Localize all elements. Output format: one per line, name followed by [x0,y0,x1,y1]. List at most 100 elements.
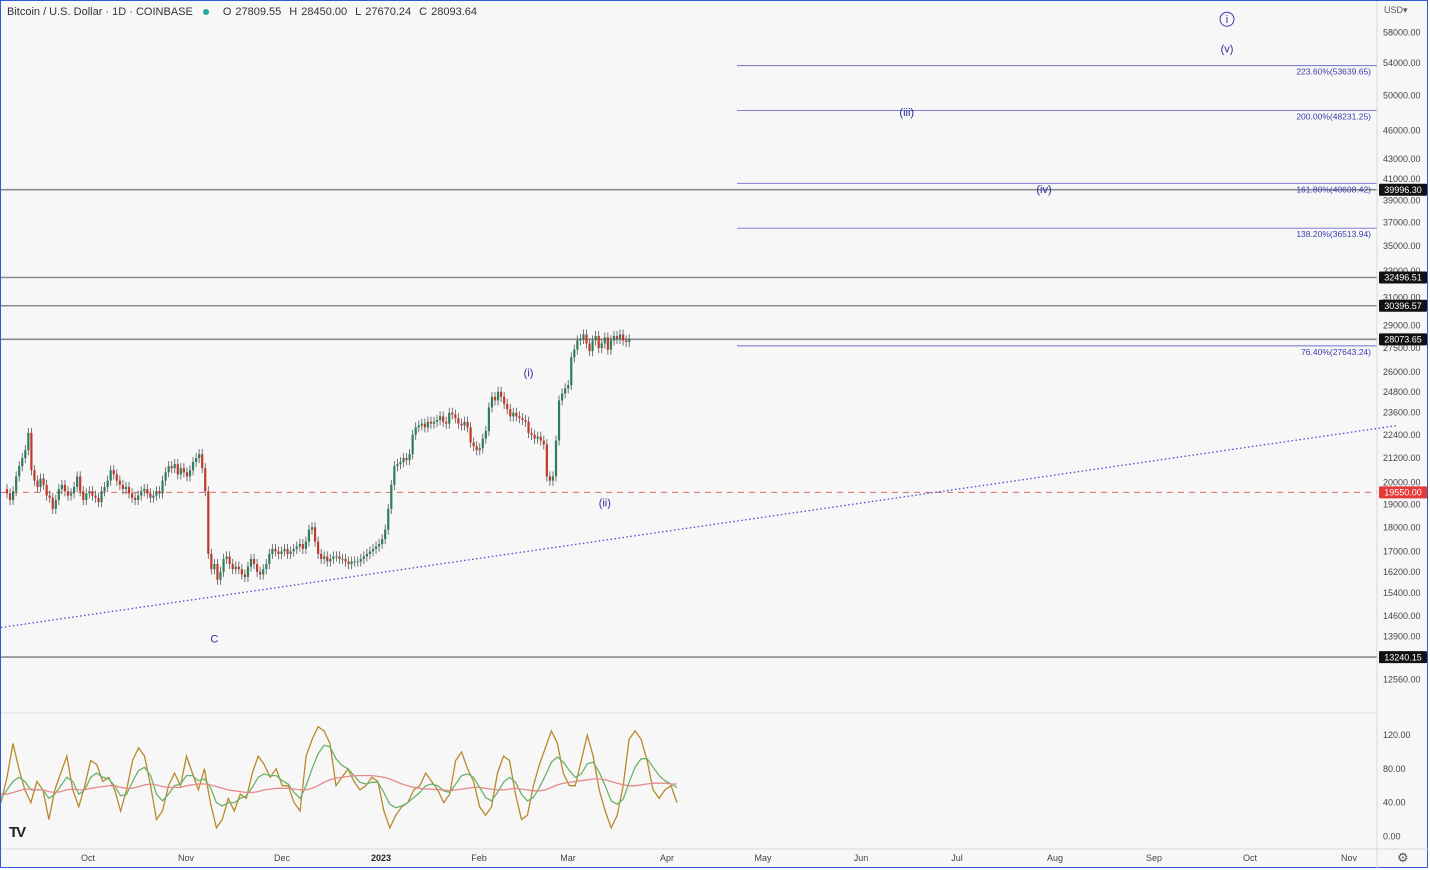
price-tick-label: 24800.00 [1383,387,1421,397]
candle-body [496,391,500,401]
fib-extension-levels: 223.60%(53639.65) 200.00%(48231.25) 161.80… [737,65,1377,357]
candle-body [33,470,36,481]
wave-label: C [210,634,218,646]
time-tick-label: May [754,853,772,863]
candle-body [51,497,54,509]
price-badge-label: 30396.57 [1384,301,1422,311]
candle-body [21,458,24,467]
candle-body [103,486,106,492]
candle-body [527,421,530,433]
candle-body [374,546,378,549]
price-tick-label: 37000.00 [1383,218,1421,228]
time-tick-label: Oct [1243,853,1258,863]
candle-body [509,409,512,417]
candle-body [457,418,460,424]
candle-body [606,337,609,350]
currency-selector[interactable]: USD▾ [1384,5,1408,16]
candle-body [472,442,475,447]
candle-body [185,472,189,477]
candle-body [451,412,454,415]
candle-body [625,340,628,342]
candle-body [420,423,423,426]
tradingview-logo[interactable]: TV [9,824,26,841]
candle-body [191,462,195,471]
wave-label: (iii) [899,107,914,119]
price-badge-label: 13240.15 [1384,652,1422,662]
candle-body [332,556,335,559]
price-badge-label: 32496.51 [1384,273,1422,283]
candle-body [512,412,515,417]
price-chart[interactable]: 223.60%(53639.65) 200.00%(48231.25) 161.80… [1,1,1429,869]
price-tick-label: 15400.00 [1383,588,1421,598]
fib-level-label: 223.60%(53639.65) [1296,67,1371,77]
candle-body [301,544,304,549]
candle-body [405,458,408,461]
time-tick-label: Nov [178,853,195,863]
candle-body [274,548,277,552]
candle-body [158,491,161,494]
price-tick-label: 41000.00 [1383,174,1421,184]
candle-body [298,544,301,547]
candle-body [5,489,9,494]
candle-body [341,558,344,560]
support-trendline [1,424,1398,629]
price-tick-label: 26000.00 [1383,367,1421,377]
symbol-title[interactable]: Bitcoin / U.S. Dollar · 1D · COINBASE [7,6,193,18]
candle-body [252,558,256,565]
price-tick-label: 58000.00 [1383,28,1421,38]
candle-body [551,476,555,481]
candle-body [195,458,198,463]
candle-body [259,571,262,575]
candle-body [323,556,326,559]
candle-body [143,489,146,492]
candle-body [207,491,210,554]
candle-body [85,493,88,500]
candle-body [188,470,192,477]
time-tick-label: 2023 [371,853,391,863]
candle-body [432,421,436,424]
candle-body [417,425,420,428]
price-tick-label: 46000.00 [1383,126,1421,136]
candle-body [204,468,207,492]
candle-body [463,421,466,426]
candle-body [469,427,472,443]
candle-body [344,558,347,562]
price-tick-label: 14600.00 [1383,611,1421,621]
candle-body [396,464,399,467]
candle-body [216,564,219,580]
candle-body [112,470,115,475]
wave-labels: C (i) (ii) (iii) (iv) (v) i [210,11,1235,646]
candle-body [100,491,103,503]
price-tick-label: 17000.00 [1383,546,1421,556]
candle-body [439,416,442,420]
oscillator-tick-label: 120.00 [1383,730,1411,740]
gear-icon[interactable]: ⚙ [1397,850,1409,866]
candle-body [603,337,606,344]
candle-body [170,466,173,469]
price-tick-label: 12560.00 [1383,674,1421,684]
candle-body [8,493,12,500]
candle-body [609,340,612,350]
candle-body [350,561,353,565]
price-tick-label: 21200.00 [1383,453,1421,463]
candle-body [54,499,57,509]
candle-body [518,416,521,419]
candle-body [118,480,121,485]
candle-body [506,403,509,410]
candle-body [219,571,222,580]
candle-body [359,558,362,562]
oscillator-tick-label: 0.00 [1383,831,1401,841]
candle-body [588,343,591,352]
high-value: 28450.00 [301,6,348,18]
chart-frame[interactable]: Bitcoin / U.S. Dollar · 1D · COINBASE O2… [0,0,1429,869]
candle-body [408,454,411,461]
candle-body [530,432,533,435]
candle-body [124,486,128,490]
candle-body [554,440,558,477]
close-value: 28093.64 [431,6,477,18]
candle-body [213,564,216,570]
candle-body [460,423,463,426]
candle-body [612,335,616,341]
candle-body [88,491,91,494]
candle-body [45,484,48,496]
